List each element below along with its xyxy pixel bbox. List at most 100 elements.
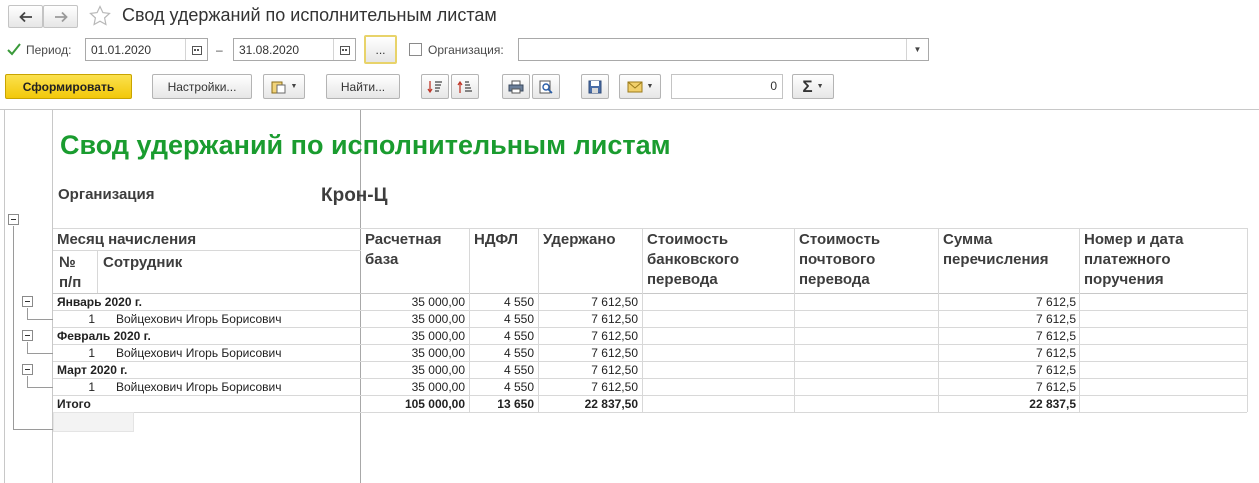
send-email-button[interactable]: ▼ bbox=[619, 74, 661, 99]
variants-button[interactable]: ▼ bbox=[263, 74, 305, 99]
grid-line bbox=[1247, 228, 1248, 412]
cell-withheld: 7 612,50 bbox=[591, 346, 638, 360]
sum-field[interactable]: 0 bbox=[671, 74, 783, 99]
print-button[interactable] bbox=[502, 74, 530, 99]
header-payment-1: Номер и дата bbox=[1084, 231, 1184, 248]
collapse-group-icon[interactable] bbox=[22, 296, 33, 307]
report-title: Свод удержаний по исполнительным листам bbox=[60, 130, 671, 160]
forward-button[interactable] bbox=[43, 5, 78, 28]
cell-ndfl: 4 550 bbox=[503, 312, 534, 326]
cell-number: 1 bbox=[88, 380, 95, 394]
header-payment-2: платежного bbox=[1084, 251, 1171, 268]
cell-withheld: 7 612,50 bbox=[591, 363, 638, 377]
header-base-2: база bbox=[365, 251, 399, 268]
favorite-star-icon[interactable] bbox=[89, 5, 111, 30]
cell-withheld: 7 612,50 bbox=[591, 295, 638, 309]
collapse-group-icon[interactable] bbox=[22, 364, 33, 375]
total-transfer: 22 837,5 bbox=[1029, 397, 1076, 411]
header-grid-line bbox=[53, 228, 1247, 229]
cell-base: 35 000,00 bbox=[411, 329, 465, 343]
tree-line bbox=[27, 308, 28, 319]
grid-line bbox=[794, 228, 795, 412]
sort-desc-button[interactable] bbox=[421, 74, 449, 99]
period-label: Период: bbox=[26, 43, 72, 57]
cell-withheld: 7 612,50 bbox=[591, 329, 638, 343]
cell-ndfl: 4 550 bbox=[503, 380, 534, 394]
arrow-left-icon bbox=[18, 11, 32, 22]
cell-ndfl: 4 550 bbox=[503, 295, 534, 309]
sigma-icon: Σ bbox=[802, 76, 813, 96]
grid-line bbox=[538, 228, 539, 412]
tree-line bbox=[13, 429, 53, 430]
cell-transfer: 7 612,5 bbox=[1035, 346, 1076, 360]
period-select-button[interactable]: ... bbox=[364, 35, 397, 64]
grid-line bbox=[938, 228, 939, 412]
cell-transfer: 7 612,5 bbox=[1035, 295, 1076, 309]
organization-label: Организация: bbox=[428, 43, 504, 57]
sort-asc-icon bbox=[457, 80, 472, 93]
sort-asc-button[interactable] bbox=[451, 74, 479, 99]
cell-base: 35 000,00 bbox=[411, 312, 465, 326]
chevron-down-icon[interactable]: ▼ bbox=[906, 39, 928, 60]
header-month: Месяц начисления bbox=[57, 231, 197, 248]
report-fixed-column-line bbox=[360, 110, 361, 483]
total-ndfl: 13 650 bbox=[497, 397, 534, 411]
grid-line bbox=[1079, 228, 1080, 412]
header-number-2: п/п bbox=[59, 274, 82, 291]
header-transfer-1: Сумма bbox=[943, 231, 993, 248]
chevron-down-icon: ▼ bbox=[816, 83, 824, 90]
header-post-3: перевода bbox=[799, 271, 870, 288]
header-bank-1: Стоимость bbox=[647, 231, 729, 248]
window-title: Свод удержаний по исполнительным листам bbox=[122, 5, 497, 25]
sum-mode-button[interactable]: Σ ▼ bbox=[792, 74, 834, 99]
group-label: Январь 2020 г. bbox=[57, 295, 142, 309]
sort-desc-icon bbox=[427, 80, 442, 93]
date-to-field[interactable]: 31.08.2020 bbox=[233, 38, 356, 61]
cell-ndfl: 4 550 bbox=[503, 363, 534, 377]
selected-cell[interactable] bbox=[53, 412, 134, 432]
tree-line bbox=[27, 319, 53, 320]
grid-line bbox=[642, 228, 643, 412]
cell-employee: Войцехович Игорь Борисович bbox=[116, 380, 282, 394]
header-grid-line bbox=[53, 250, 361, 251]
preview-button[interactable] bbox=[532, 74, 560, 99]
settings-button[interactable]: Настройки... bbox=[152, 74, 252, 99]
total-withheld: 22 837,50 bbox=[584, 397, 638, 411]
header-base-1: Расчетная bbox=[365, 231, 442, 248]
printer-icon bbox=[508, 80, 524, 93]
period-checkbox[interactable] bbox=[6, 42, 21, 56]
organization-field[interactable]: ▼ bbox=[518, 38, 929, 61]
organization-checkbox[interactable] bbox=[409, 43, 422, 56]
back-button[interactable] bbox=[8, 5, 43, 28]
cell-base: 35 000,00 bbox=[411, 295, 465, 309]
cell-transfer: 7 612,5 bbox=[1035, 363, 1076, 377]
collapse-group-icon[interactable] bbox=[22, 330, 33, 341]
header-ndfl: НДФЛ bbox=[474, 231, 519, 248]
cell-ndfl: 4 550 bbox=[503, 346, 534, 360]
tree-line bbox=[27, 353, 53, 354]
header-withheld: Удержано bbox=[543, 231, 616, 248]
report-org-label: Организация bbox=[58, 186, 155, 203]
period-dash: – bbox=[216, 43, 223, 57]
header-payment-3: поручения bbox=[1084, 271, 1164, 288]
cell-base: 35 000,00 bbox=[411, 363, 465, 377]
save-button[interactable] bbox=[581, 74, 609, 99]
header-bank-2: банковского bbox=[647, 251, 740, 268]
cell-transfer: 7 612,5 bbox=[1035, 312, 1076, 326]
calendar-icon[interactable] bbox=[185, 39, 207, 60]
collapse-all-icon[interactable] bbox=[8, 214, 19, 225]
total-label: Итого bbox=[57, 397, 91, 411]
tree-line bbox=[27, 387, 53, 388]
calendar-icon[interactable] bbox=[333, 39, 355, 60]
generate-button[interactable]: Сформировать bbox=[5, 74, 132, 99]
total-base: 105 000,00 bbox=[404, 397, 465, 411]
find-button[interactable]: Найти... bbox=[326, 74, 400, 99]
date-from-field[interactable]: 01.01.2020 bbox=[85, 38, 208, 61]
period-select-label: ... bbox=[375, 42, 386, 57]
group-label: Февраль 2020 г. bbox=[57, 329, 151, 343]
header-post-1: Стоимость bbox=[799, 231, 881, 248]
cell-employee: Войцехович Игорь Борисович bbox=[116, 312, 282, 326]
cell-transfer: 7 612,5 bbox=[1035, 329, 1076, 343]
header-number-1: № bbox=[59, 254, 76, 271]
header-bank-3: перевода bbox=[647, 271, 718, 288]
